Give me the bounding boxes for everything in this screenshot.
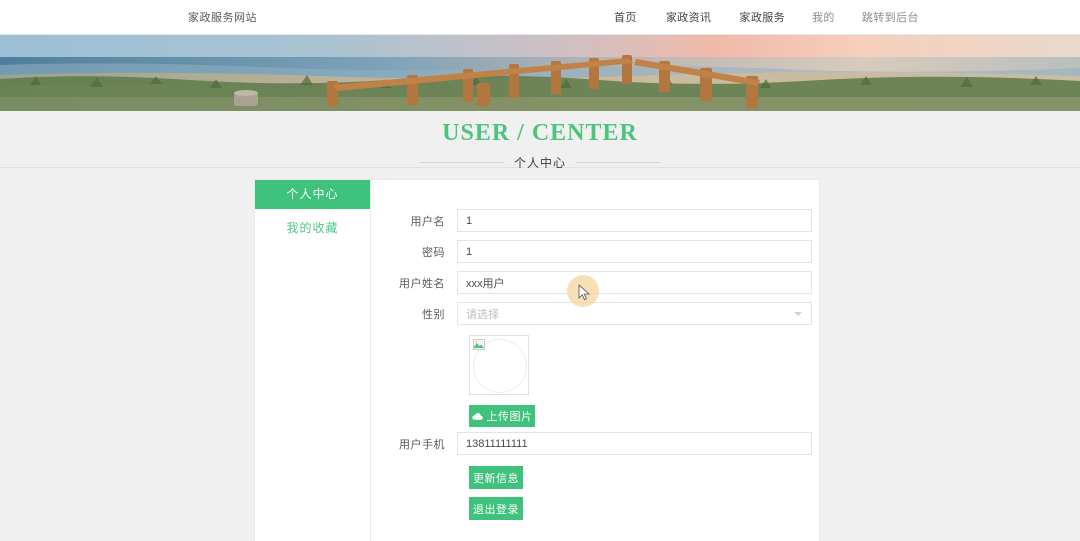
banner-illustration xyxy=(0,35,1080,111)
page-title-en: USER / CENTER xyxy=(442,120,638,146)
form-row-phone: 用户手机 13811111111 xyxy=(372,432,812,455)
select-gender-placeholder: 请选择 xyxy=(466,308,499,321)
primary-nav: 首页 家政资讯 家政服务 我的 跳转到后台 xyxy=(614,9,919,25)
hero-banner-image xyxy=(0,35,1080,111)
logout-button[interactable]: 退出登录 xyxy=(469,497,523,520)
input-password[interactable]: 1 xyxy=(457,240,812,263)
nav-spacer xyxy=(637,9,666,25)
select-gender[interactable]: 请选择 xyxy=(457,302,812,325)
label-password: 密码 xyxy=(422,246,445,259)
nav-item-admin[interactable]: 跳转到后台 xyxy=(862,9,919,25)
broken-image-icon xyxy=(473,339,485,350)
update-info-button[interactable]: 更新信息 xyxy=(469,466,523,489)
nav-item-news[interactable]: 家政资讯 xyxy=(666,9,712,25)
title-rule-right xyxy=(576,162,660,163)
label-username: 用户名 xyxy=(410,215,445,228)
site-brand[interactable]: 家政服务网站 xyxy=(188,9,257,25)
nav-spacer xyxy=(785,9,812,25)
top-navbar: 家政服务网站 首页 家政资讯 家政服务 我的 跳转到后台 xyxy=(0,0,1080,35)
cloud-upload-icon xyxy=(471,412,483,420)
nav-item-home[interactable]: 首页 xyxy=(614,9,637,25)
nav-item-mine[interactable]: 我的 xyxy=(812,9,835,25)
nav-spacer xyxy=(711,9,739,25)
nav-item-service[interactable]: 家政服务 xyxy=(739,9,785,25)
upload-image-button[interactable]: 上传图片 xyxy=(469,405,535,427)
form-row-username: 用户名 1 xyxy=(372,209,812,232)
profile-form: 用户名 1 密码 1 用户姓名 xxx用户 性别 请选择 上传图片 用户手机 1… xyxy=(372,180,820,541)
form-row-password: 密码 1 xyxy=(372,240,812,263)
page-root: 家政服务网站 首页 家政资讯 家政服务 我的 跳转到后台 USER / CENT… xyxy=(0,0,1080,541)
input-username[interactable]: 1 xyxy=(457,209,812,232)
mouse-cursor-icon xyxy=(578,284,591,301)
input-phone[interactable]: 13811111111 xyxy=(457,432,812,455)
sidebar-item-user-center[interactable]: 个人中心 xyxy=(255,180,370,209)
label-phone: 用户手机 xyxy=(399,438,445,451)
label-gender: 性别 xyxy=(422,308,445,321)
user-sidebar: 个人中心 我的收藏 xyxy=(255,180,371,541)
page-title-band: USER / CENTER 个人中心 xyxy=(0,111,1080,170)
label-fullname: 用户姓名 xyxy=(399,277,445,290)
input-fullname[interactable]: xxx用户 xyxy=(457,271,812,294)
content-stage: 个人中心 我的收藏 用户名 1 密码 1 用户姓名 xxx用户 性别 请选择 上… xyxy=(0,168,1080,541)
nav-spacer xyxy=(835,9,862,25)
avatar-preview[interactable] xyxy=(469,335,529,395)
user-center-panel: 个人中心 我的收藏 用户名 1 密码 1 用户姓名 xxx用户 性别 请选择 上… xyxy=(254,179,820,541)
form-row-gender: 性别 请选择 xyxy=(372,302,812,325)
sidebar-item-my-favorites[interactable]: 我的收藏 xyxy=(255,214,370,243)
upload-image-label: 上传图片 xyxy=(486,411,533,423)
title-rule-left xyxy=(419,162,504,163)
chevron-down-icon xyxy=(794,311,802,316)
